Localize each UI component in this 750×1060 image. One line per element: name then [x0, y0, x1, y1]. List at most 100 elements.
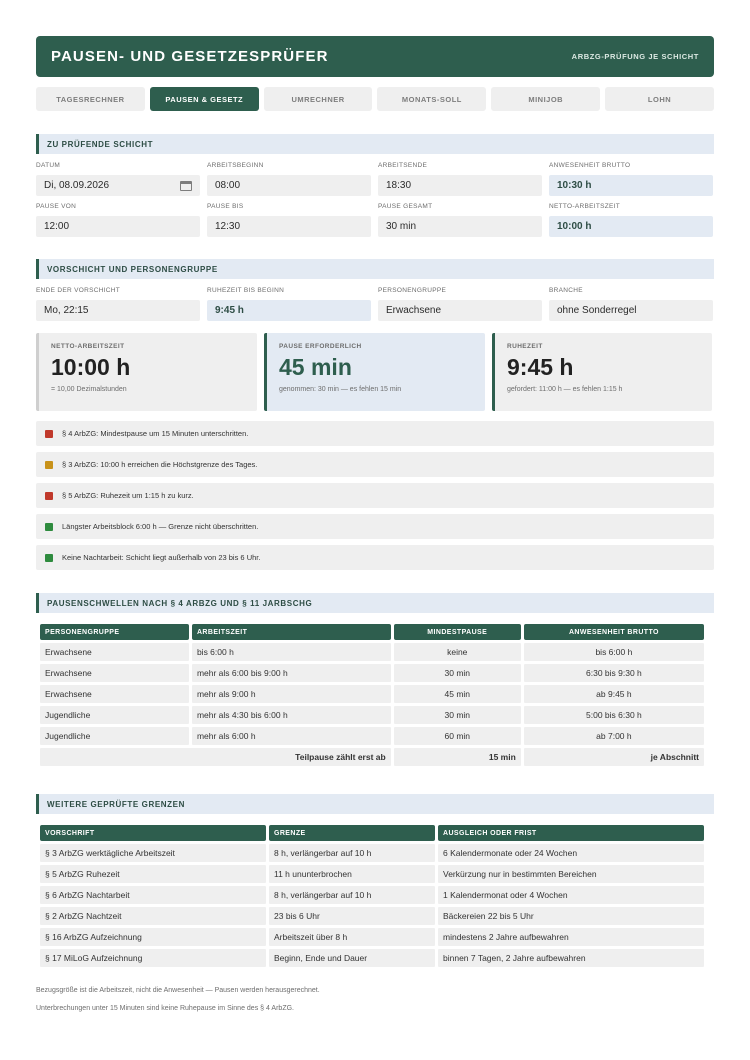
- prev-row: ENDE DER VORSCHICHT Mo, 22:15 RUHEZEIT B…: [36, 287, 714, 321]
- table-cell: binnen 7 Tagen, 2 Jahre aufbewahren: [438, 949, 704, 967]
- table-cell: ab 7:00 h: [523, 727, 704, 745]
- personengruppe-field: PERSONENGRUPPE Erwachsene: [378, 287, 542, 321]
- message-item: § 3 ArbZG: 10:00 h erreichen die Höchstg…: [36, 452, 714, 477]
- pause-gesamt-field: PAUSE GESAMT 30 min: [378, 203, 542, 237]
- column-header: PERSONENGRUPPE: [40, 624, 189, 640]
- card-pause-note: genommen: 30 min — es fehlen 15 min: [279, 386, 402, 393]
- message-text: Keine Nachtarbeit: Schicht liegt außerha…: [62, 553, 261, 562]
- tab-umrechner[interactable]: UMRECHNER: [263, 87, 373, 111]
- table-row: Jugendliche mehr als 4:30 bis 6:00 h 30 …: [40, 706, 704, 724]
- section-thresholds-heading: PAUSENSCHWELLEN NACH § 4 ARBZG UND § 11 …: [36, 593, 714, 613]
- table-cell: Verkürzung nur in bestimmten Bereichen: [438, 865, 704, 883]
- ruhezeit-value: 9:45 h: [207, 300, 371, 321]
- column-header: GRENZE: [269, 825, 435, 841]
- pause-bis-input[interactable]: 12:30: [207, 216, 371, 237]
- beginn-field: ARBEITSBEGINN 08:00: [207, 162, 371, 196]
- table-cell: ab 9:45 h: [523, 685, 704, 703]
- table-cell: mindestens 2 Jahre aufbewahren: [438, 928, 704, 946]
- table-cell: § 6 ArbZG Nachtarbeit: [40, 886, 266, 904]
- table-cell: § 2 ArbZG Nachtzeit: [40, 907, 266, 925]
- check-messages: § 4 ArbZG: Mindestpause um 15 Minuten un…: [36, 421, 714, 576]
- table-row: Erwachsene mehr als 9:00 h 45 min ab 9:4…: [40, 685, 704, 703]
- datum-field: DATUM Di, 08.09.2026: [36, 162, 200, 196]
- tab-bar: TAGESRECHNER PAUSEN & GESETZ UMRECHNER M…: [36, 87, 714, 111]
- branche-label: BRANCHE: [549, 287, 583, 294]
- section-prev-heading: VORSCHICHT UND PERSONENGRUPPE: [36, 259, 714, 279]
- status-ok-icon: [45, 553, 53, 562]
- section-shift-heading: ZU PRÜFENDE SCHICHT: [36, 134, 714, 154]
- message-item: § 4 ArbZG: Mindestpause um 15 Minuten un…: [36, 421, 714, 446]
- card-netto-value: 10:00 h: [51, 354, 131, 380]
- table-cell: 30 min: [393, 664, 521, 682]
- datum-label: DATUM: [36, 162, 61, 169]
- table-cell: Beginn, Ende und Dauer: [269, 949, 435, 967]
- ende-input[interactable]: 18:30: [378, 175, 542, 196]
- branche-field: BRANCHE ohne Sonderregel: [549, 287, 713, 321]
- ende-label: ARBEITSENDE: [378, 162, 428, 169]
- page: PAUSEN- UND GESETZESPRÜFER ARBZG-PRÜFUNG…: [36, 36, 714, 1012]
- table-row: Jugendliche mehr als 6:00 h 60 min ab 7:…: [40, 727, 704, 745]
- branche-select[interactable]: ohne Sonderregel: [549, 300, 713, 321]
- table-cell: Teilpause zählt erst ab: [40, 748, 391, 766]
- table-cell: 60 min: [393, 727, 521, 745]
- shift-row-1: DATUM Di, 08.09.2026 ARBEITSBEGINN 08:00…: [36, 162, 714, 196]
- tab-monats-soll[interactable]: MONATS-SOLL: [377, 87, 487, 111]
- table-cell: § 17 MiLoG Aufzeichnung: [40, 949, 266, 967]
- pause-von-label: PAUSE VON: [36, 203, 77, 210]
- calendar-icon[interactable]: [180, 180, 192, 191]
- card-pause-label: PAUSE ERFORDERLICH: [279, 343, 362, 350]
- card-netto-note: = 10,00 Dezimalstunden: [51, 386, 127, 393]
- status-error-icon: [45, 429, 53, 438]
- table-row: § 2 ArbZG Nachtzeit 23 bis 6 Uhr Bäckere…: [40, 907, 704, 925]
- beginn-input[interactable]: 08:00: [207, 175, 371, 196]
- table-cell: Erwachsene: [40, 643, 189, 661]
- card-ruhezeit: RUHEZEIT 9:45 h gefordert: 11:00 h — es …: [492, 333, 712, 411]
- table-cell: mehr als 6:00 bis 9:00 h: [191, 664, 391, 682]
- table-cell: 45 min: [393, 685, 521, 703]
- table-cell: 15 min: [393, 748, 521, 766]
- pause-von-input[interactable]: 12:00: [36, 216, 200, 237]
- tab-tagesrechner[interactable]: TAGESRECHNER: [36, 87, 145, 111]
- datum-value: Di, 08.09.2026: [44, 180, 110, 191]
- card-pause: PAUSE ERFORDERLICH 45 min genommen: 30 m…: [264, 333, 485, 411]
- datum-input[interactable]: Di, 08.09.2026: [36, 175, 200, 196]
- tab-lohn[interactable]: LOHN: [605, 87, 714, 111]
- message-item: § 5 ArbZG: Ruhezeit um 1:15 h zu kurz.: [36, 483, 714, 508]
- column-header: MINDESTPAUSE: [393, 624, 521, 640]
- table-row: § 3 ArbZG werktägliche Arbeitszeit 8 h, …: [40, 844, 704, 862]
- pause-gesamt-value: 30 min: [378, 216, 542, 237]
- tab-pausen-gesetz[interactable]: PAUSEN & GESETZ: [149, 87, 259, 111]
- table-cell: 5:00 bis 6:30 h: [523, 706, 704, 724]
- vorschicht-ende-label: ENDE DER VORSCHICHT: [36, 287, 121, 294]
- table-cell: Arbeitszeit über 8 h: [269, 928, 435, 946]
- table-row: § 6 ArbZG Nachtarbeit 8 h, verlängerbar …: [40, 886, 704, 904]
- table-cell: mehr als 4:30 bis 6:00 h: [191, 706, 391, 724]
- app-header: PAUSEN- UND GESETZESPRÜFER ARBZG-PRÜFUNG…: [36, 36, 714, 77]
- ruhezeit-field: RUHEZEIT BIS BEGINN 9:45 h: [207, 287, 371, 321]
- table-cell: keine: [393, 643, 521, 661]
- table-cell: 23 bis 6 Uhr: [269, 907, 435, 925]
- table-row: § 5 ArbZG Ruhezeit 11 h ununterbrochen V…: [40, 865, 704, 883]
- brutto-field: ANWESENHEIT BRUTTO 10:30 h: [549, 162, 713, 196]
- vorschicht-ende-field: ENDE DER VORSCHICHT Mo, 22:15: [36, 287, 200, 321]
- brutto-label: ANWESENHEIT BRUTTO: [549, 162, 631, 169]
- table-cell: 1 Kalendermonat oder 4 Wochen: [438, 886, 704, 904]
- personengruppe-label: PERSONENGRUPPE: [378, 287, 447, 294]
- tab-minijob[interactable]: MINIJOB: [491, 87, 601, 111]
- message-item: Keine Nachtarbeit: Schicht liegt außerha…: [36, 545, 714, 570]
- card-pause-value: 45 min: [279, 354, 352, 380]
- table-cell: 6:30 bis 9:30 h: [523, 664, 704, 682]
- card-ruhezeit-note: gefordert: 11:00 h — es fehlen 1:15 h: [507, 386, 623, 393]
- table-cell: § 3 ArbZG werktägliche Arbeitszeit: [40, 844, 266, 862]
- section-limits-heading: WEITERE GEPRÜFTE GRENZEN: [36, 794, 714, 814]
- message-text: § 5 ArbZG: Ruhezeit um 1:15 h zu kurz.: [62, 491, 194, 500]
- vorschicht-ende-input[interactable]: Mo, 22:15: [36, 300, 200, 321]
- table-cell: Bäckereien 22 bis 5 Uhr: [438, 907, 704, 925]
- personengruppe-select[interactable]: Erwachsene: [378, 300, 542, 321]
- card-netto-label: NETTO-ARBEITSZEIT: [51, 343, 125, 350]
- table-row: § 16 ArbZG Aufzeichnung Arbeitszeit über…: [40, 928, 704, 946]
- status-ok-icon: [45, 522, 53, 531]
- column-header: ANWESENHEIT BRUTTO: [523, 624, 704, 640]
- shift-row-2: PAUSE VON 12:00 PAUSE BIS 12:30 PAUSE GE…: [36, 203, 714, 237]
- app-subtitle: ARBZG-PRÜFUNG JE SCHICHT: [571, 52, 699, 61]
